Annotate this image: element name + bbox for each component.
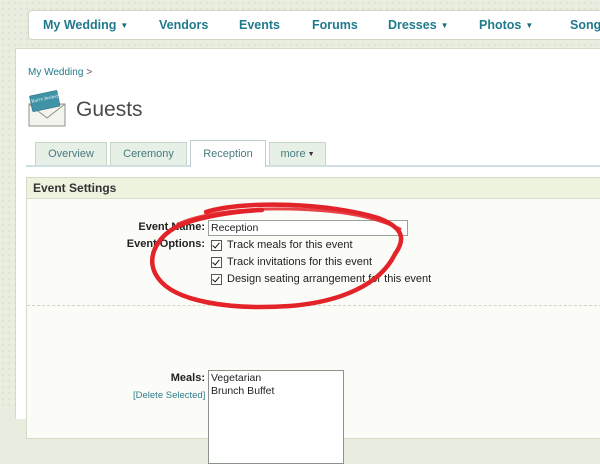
main-panel: My Wedding > You're Invited Guests Overvi… xyxy=(15,48,600,464)
option-design-seating[interactable]: Design seating arrangement for this even… xyxy=(211,273,431,285)
tab-overview-label: Overview xyxy=(48,148,94,160)
design-seating-checkbox[interactable] xyxy=(211,273,222,285)
option-track-invitations[interactable]: Track invitations for this event xyxy=(211,256,372,268)
envelope-invite-icon: You're Invited xyxy=(28,90,66,127)
breadcrumb: My Wedding > xyxy=(28,67,92,78)
section-divider xyxy=(27,305,600,306)
tab-overview[interactable]: Overview xyxy=(35,142,107,165)
track-invitations-label: Track invitations for this event xyxy=(227,256,373,268)
nav-forums-label: Forums xyxy=(312,18,358,32)
tab-more[interactable]: more ▼ xyxy=(269,142,326,165)
caret-down-icon: ▼ xyxy=(120,20,129,30)
tab-reception-label: Reception xyxy=(203,148,253,160)
track-invitations-checkbox[interactable] xyxy=(211,256,222,268)
nav-songs[interactable]: Songs xyxy=(556,18,600,32)
breadcrumb-my-wedding[interactable]: My Wedding xyxy=(28,67,83,78)
nav-vendors[interactable]: Vendors xyxy=(145,18,225,32)
delete-selected-link[interactable]: [Delete Selected] xyxy=(133,390,205,401)
tab-ceremony-label: Ceremony xyxy=(123,148,174,160)
meal-option-vegetarian[interactable]: Vegetarian xyxy=(211,372,341,385)
meal-option-brunch-buffet[interactable]: Brunch Buffet xyxy=(211,385,341,398)
caret-down-icon: ▼ xyxy=(307,150,315,158)
tab-more-label: more xyxy=(280,148,306,160)
top-navigation: My Wedding ▼ Vendors Events Forums Dresse… xyxy=(28,10,600,40)
event-settings-section: Event Settings Event Name: Event Options… xyxy=(26,177,600,464)
nav-dresses[interactable]: Dresses ▼ xyxy=(374,18,465,32)
event-name-input[interactable] xyxy=(208,220,408,236)
design-seating-label: Design seating arrangement for this even… xyxy=(227,273,432,285)
tab-reception[interactable]: Reception xyxy=(190,140,266,167)
nav-events[interactable]: Events xyxy=(225,18,298,32)
meals-listbox[interactable]: Vegetarian Brunch Buffet xyxy=(208,370,344,464)
tab-bar: Overview Ceremony Reception more ▼ xyxy=(26,140,600,167)
meals-label: Meals: xyxy=(170,372,205,384)
nav-photos[interactable]: Photos ▼ xyxy=(465,18,556,32)
event-options-label: Event Options: xyxy=(126,238,205,250)
caret-down-icon: ▼ xyxy=(525,20,534,30)
page-title: Guests xyxy=(76,98,143,121)
option-track-meals[interactable]: Track meals for this event xyxy=(211,239,353,251)
event-name-label: Event Name: xyxy=(138,221,205,233)
nav-my-wedding[interactable]: My Wedding ▼ xyxy=(29,18,145,32)
nav-my-wedding-label: My Wedding xyxy=(43,18,117,32)
event-settings-heading: Event Settings xyxy=(27,178,600,199)
nav-forums[interactable]: Forums xyxy=(298,18,374,32)
nav-songs-label: Songs xyxy=(570,18,600,32)
tab-ceremony[interactable]: Ceremony xyxy=(110,142,187,165)
breadcrumb-separator: > xyxy=(86,67,93,78)
nav-vendors-label: Vendors xyxy=(159,18,209,32)
track-meals-checkbox[interactable] xyxy=(211,239,222,251)
track-meals-label: Track meals for this event xyxy=(227,239,353,251)
nav-events-label: Events xyxy=(239,18,280,32)
nav-dresses-label: Dresses xyxy=(388,18,437,32)
nav-photos-label: Photos xyxy=(479,18,522,32)
caret-down-icon: ▼ xyxy=(440,20,449,30)
